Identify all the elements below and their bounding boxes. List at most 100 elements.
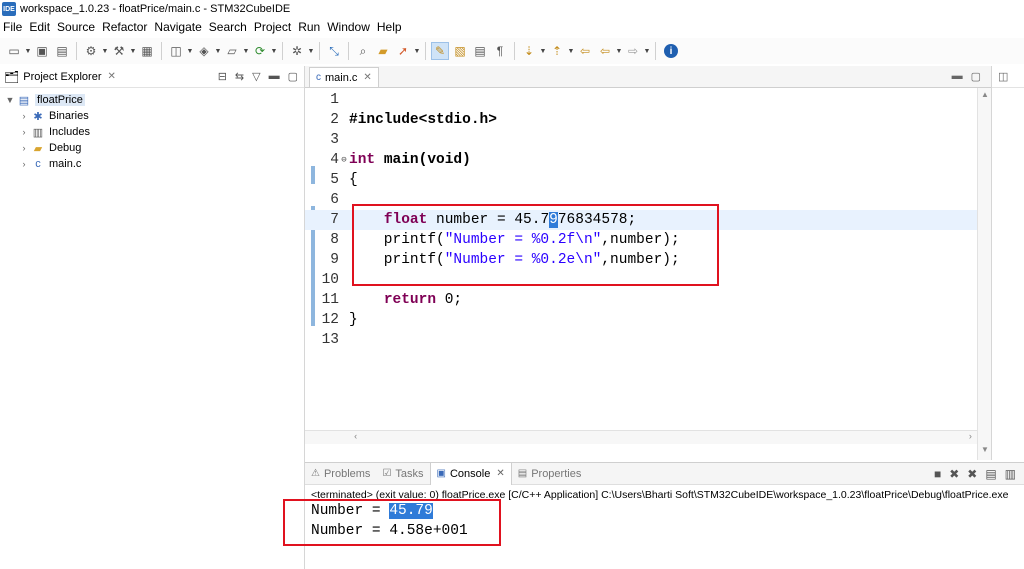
next-annotation-dropdown-icon[interactable]: ▼ xyxy=(539,42,547,60)
tree-item-project[interactable]: ▼ ▤ floatPrice xyxy=(0,92,304,108)
scroll-down-icon[interactable]: ▼ xyxy=(981,445,989,454)
open-folder-icon[interactable]: ▰ xyxy=(374,42,392,60)
back-icon[interactable]: ⇦ xyxy=(596,42,614,60)
tree-item-binaries[interactable]: › ✱ Binaries xyxy=(0,108,304,124)
explorer-actions: ⊟ ⇆ ▽ ▬ ▢ xyxy=(218,70,298,83)
scroll-left-icon[interactable]: ‹ xyxy=(353,432,358,442)
fold-toggle-icon[interactable]: ⊖ xyxy=(339,155,349,165)
build-dropdown-icon[interactable]: ▼ xyxy=(129,42,137,60)
refresh-icon[interactable]: ⟳ xyxy=(251,42,269,60)
new-dropdown-icon[interactable]: ▼ xyxy=(24,42,32,60)
new-class-icon[interactable]: ◈ xyxy=(195,42,213,60)
settings-dropdown-icon[interactable]: ▼ xyxy=(101,42,109,60)
search-icon[interactable]: ⌕ xyxy=(354,42,372,60)
scroll-right-icon[interactable]: › xyxy=(968,432,973,442)
menu-refactor[interactable]: Refactor xyxy=(99,20,151,34)
outline-tab[interactable]: ◫ xyxy=(992,66,1024,88)
line-number: 4 xyxy=(330,152,339,168)
forward-icon[interactable]: ⇨ xyxy=(624,42,642,60)
build-all-icon[interactable]: ▦ xyxy=(138,42,156,60)
tab-properties[interactable]: ▤ Properties xyxy=(512,463,588,485)
new-class-dropdown-icon[interactable]: ▼ xyxy=(214,42,222,60)
expand-arrow-icon[interactable]: › xyxy=(18,127,30,137)
tab-tasks[interactable]: ☑ Tasks xyxy=(376,463,429,485)
menu-search[interactable]: Search xyxy=(206,20,251,34)
tab-console[interactable]: ▣ Console ✕ xyxy=(429,462,512,485)
menu-source[interactable]: Source xyxy=(54,20,99,34)
debug-dropdown-icon[interactable]: ▼ xyxy=(307,42,315,60)
expand-arrow-icon[interactable]: ▼ xyxy=(4,95,16,105)
prev-annotation-dropdown-icon[interactable]: ▼ xyxy=(567,42,575,60)
expand-arrow-icon[interactable]: › xyxy=(18,143,30,153)
terminate-icon[interactable]: ■ xyxy=(934,467,941,481)
menu-navigate[interactable]: Navigate xyxy=(151,20,205,34)
tree-item-includes[interactable]: › ▥ Includes xyxy=(0,124,304,140)
forward-dropdown-icon[interactable]: ▼ xyxy=(643,42,651,60)
build-hammer-icon[interactable]: ⚒ xyxy=(110,42,128,60)
minimize-icon[interactable]: ▬ xyxy=(269,70,280,83)
minimize-icon[interactable]: ▬ xyxy=(952,70,963,83)
menu-file[interactable]: File xyxy=(0,20,26,34)
output-value-selected: 45.79 xyxy=(389,503,433,519)
c-file-icon: c xyxy=(35,158,41,170)
project-tree: ▼ ▤ floatPrice › ✱ Binaries › ▥ Includes… xyxy=(0,88,304,172)
expand-arrow-icon[interactable]: › xyxy=(18,159,30,169)
problems-icon: ⚠ xyxy=(311,468,320,479)
clear-console-icon[interactable]: ▤ xyxy=(985,467,996,481)
menu-run[interactable]: Run xyxy=(295,20,324,34)
block-select-icon[interactable]: ▤ xyxy=(471,42,489,60)
menu-edit[interactable]: Edit xyxy=(26,20,54,34)
pilcrow-icon[interactable]: ¶ xyxy=(491,42,509,60)
selected-char: 9 xyxy=(549,212,558,228)
mark-occurrences-icon[interactable]: ▧ xyxy=(451,42,469,60)
prev-annotation-icon[interactable]: ⇡ xyxy=(548,42,566,60)
console-output[interactable]: Number = 45.79 Number = 4.58e+001 xyxy=(305,501,1024,541)
remove-all-icon[interactable]: ✖ xyxy=(967,467,977,481)
properties-icon: ▤ xyxy=(517,468,528,479)
debug-icon[interactable]: ✲ xyxy=(288,42,306,60)
maximize-icon[interactable]: ▢ xyxy=(971,70,981,83)
pen-icon[interactable]: ✎ xyxy=(431,42,449,60)
run-dropdown-icon[interactable]: ▼ xyxy=(413,42,421,60)
outline-panel: ◫ xyxy=(991,66,1024,460)
tree-item-main-c[interactable]: › c main.c xyxy=(0,156,304,172)
close-icon[interactable]: ✕ xyxy=(496,468,504,479)
new-file-icon[interactable]: ▱ xyxy=(223,42,241,60)
code-line-current: 7 float number = 45.7976834578; xyxy=(305,210,977,230)
tree-item-debug[interactable]: › ▰ Debug xyxy=(0,140,304,156)
menu-project[interactable]: Project xyxy=(251,20,295,34)
refresh-dropdown-icon[interactable]: ▼ xyxy=(270,42,278,60)
view-menu-icon[interactable]: ▽ xyxy=(252,70,260,83)
tab-problems[interactable]: ⚠ Problems xyxy=(305,463,376,485)
collapse-all-icon[interactable]: ⊟ xyxy=(218,70,227,83)
line-number: 11 xyxy=(321,292,339,308)
project-explorer-tab[interactable]: 🗂 Project Explorer ✕ ⊟ ⇆ ▽ ▬ ▢ xyxy=(0,66,304,88)
scroll-lock-icon[interactable]: ▥ xyxy=(1005,467,1016,481)
new-file-dropdown-icon[interactable]: ▼ xyxy=(242,42,250,60)
save-all-icon[interactable]: ▤ xyxy=(53,42,71,60)
run-icon[interactable]: ➚ xyxy=(394,42,412,60)
back-dropdown-icon[interactable]: ▼ xyxy=(615,42,623,60)
close-icon[interactable]: ✕ xyxy=(363,72,371,83)
close-icon[interactable]: ✕ xyxy=(108,71,116,82)
skip-breakpoints-icon[interactable]: ⤡ xyxy=(325,42,343,60)
menu-window[interactable]: Window xyxy=(324,20,374,34)
link-editor-icon[interactable]: ⇆ xyxy=(235,70,244,83)
vertical-scrollbar[interactable]: ▲ ▼ xyxy=(977,88,991,460)
info-icon[interactable]: i xyxy=(664,44,678,58)
new-project-icon[interactable]: ◫ xyxy=(167,42,185,60)
scroll-up-icon[interactable]: ▲ xyxy=(981,90,989,99)
last-edit-icon[interactable]: ⇦ xyxy=(576,42,594,60)
remove-launch-icon[interactable]: ✖ xyxy=(949,467,959,481)
settings-icon[interactable]: ⚙ xyxy=(82,42,100,60)
new-icon[interactable]: ▭ xyxy=(5,42,23,60)
new-project-dropdown-icon[interactable]: ▼ xyxy=(186,42,194,60)
menu-help[interactable]: Help xyxy=(374,20,406,34)
horizontal-scrollbar[interactable]: ‹ › xyxy=(305,430,977,444)
editor-tab-main-c[interactable]: c main.c ✕ xyxy=(309,67,379,87)
next-annotation-icon[interactable]: ⇣ xyxy=(520,42,538,60)
code-area[interactable]: 1 2 #include<stdio.h> 3 4 ⊖ int main(void) … xyxy=(305,90,977,444)
save-icon[interactable]: ▣ xyxy=(33,42,51,60)
expand-arrow-icon[interactable]: › xyxy=(18,111,30,121)
maximize-icon[interactable]: ▢ xyxy=(288,70,298,83)
